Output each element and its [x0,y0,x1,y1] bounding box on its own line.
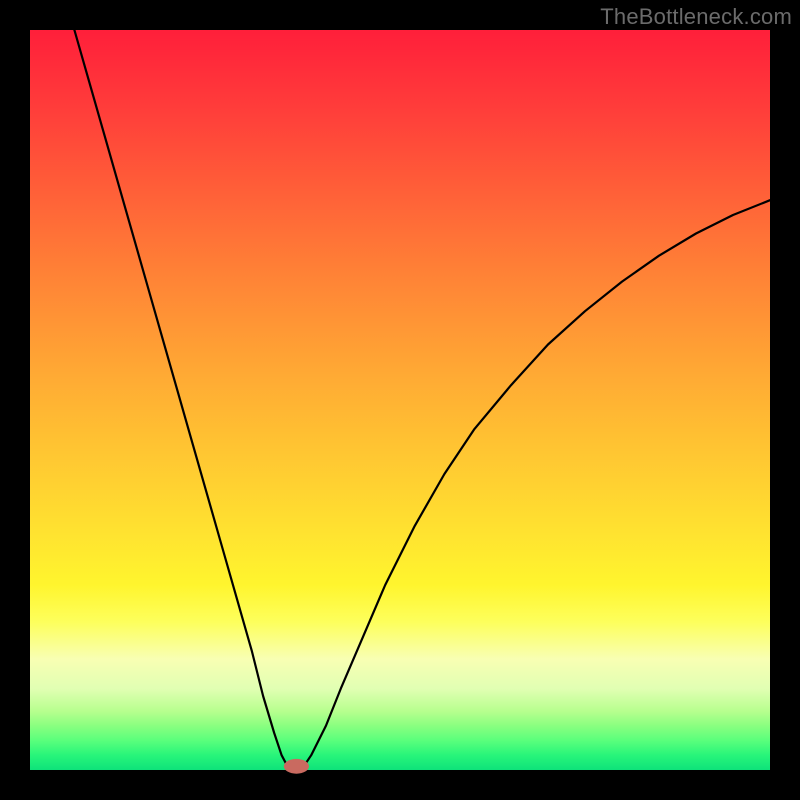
plot-area [30,30,770,770]
curve-right-branch [304,200,770,766]
curve-left-branch [74,30,287,766]
chart-frame: TheBottleneck.com [0,0,800,800]
watermark-label: TheBottleneck.com [600,4,792,30]
bottleneck-marker-icon [284,759,309,774]
chart-svg [30,30,770,770]
